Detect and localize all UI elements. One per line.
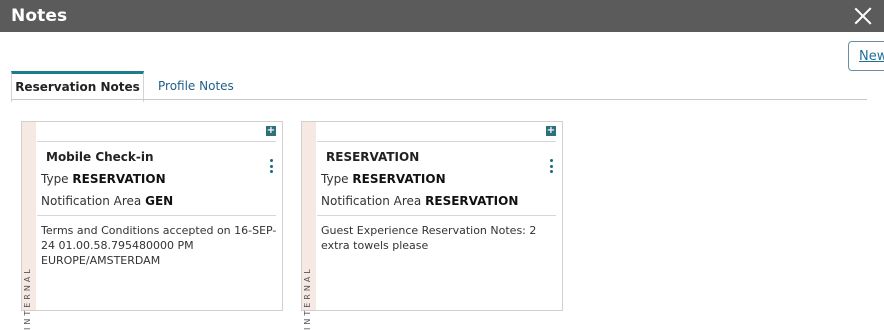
type-value: RESERVATION — [72, 172, 166, 186]
add-icon[interactable]: + — [266, 126, 276, 136]
internal-label: INTERNAL — [303, 266, 312, 330]
area-value: RESERVATION — [425, 194, 519, 208]
more-options-icon[interactable] — [550, 159, 553, 173]
note-area-row: Notification Area GEN — [41, 194, 173, 208]
note-text: Terms and Conditions accepted on 16-SEP-… — [41, 224, 277, 267]
divider — [317, 215, 556, 216]
note-card: INTERNAL + RESERVATION Type RESERVATION … — [301, 121, 563, 330]
divider — [317, 141, 556, 142]
internal-label: INTERNAL — [23, 266, 32, 330]
tab-reservation-notes[interactable]: Reservation Notes — [11, 71, 144, 102]
type-label: Type — [41, 172, 69, 186]
more-options-icon[interactable] — [270, 159, 273, 173]
tab-profile-notes[interactable]: Profile Notes — [158, 79, 234, 93]
note-type-row: Type RESERVATION — [321, 172, 446, 186]
divider — [37, 215, 276, 216]
note-area-row: Notification Area RESERVATION — [321, 194, 518, 208]
new-note-button[interactable]: New — [848, 41, 884, 71]
note-title: Mobile Check-in — [46, 150, 154, 164]
note-type-row: Type RESERVATION — [41, 172, 166, 186]
add-icon[interactable]: + — [546, 126, 556, 136]
type-value: RESERVATION — [352, 172, 446, 186]
note-text: Guest Experience Reservation Notes: 2 ex… — [321, 224, 537, 252]
area-value: GEN — [145, 194, 174, 208]
title-bar: Notes — [0, 0, 884, 32]
type-label: Type — [321, 172, 349, 186]
divider — [37, 141, 276, 142]
area-label: Notification Area — [41, 194, 142, 208]
area-label: Notification Area — [321, 194, 422, 208]
window-title: Notes — [11, 6, 68, 26]
close-icon[interactable] — [854, 7, 872, 25]
note-card: INTERNAL + Mobile Check-in Type RESERVAT… — [21, 121, 283, 330]
note-title: RESERVATION — [326, 150, 420, 164]
tabs-divider — [11, 99, 867, 100]
